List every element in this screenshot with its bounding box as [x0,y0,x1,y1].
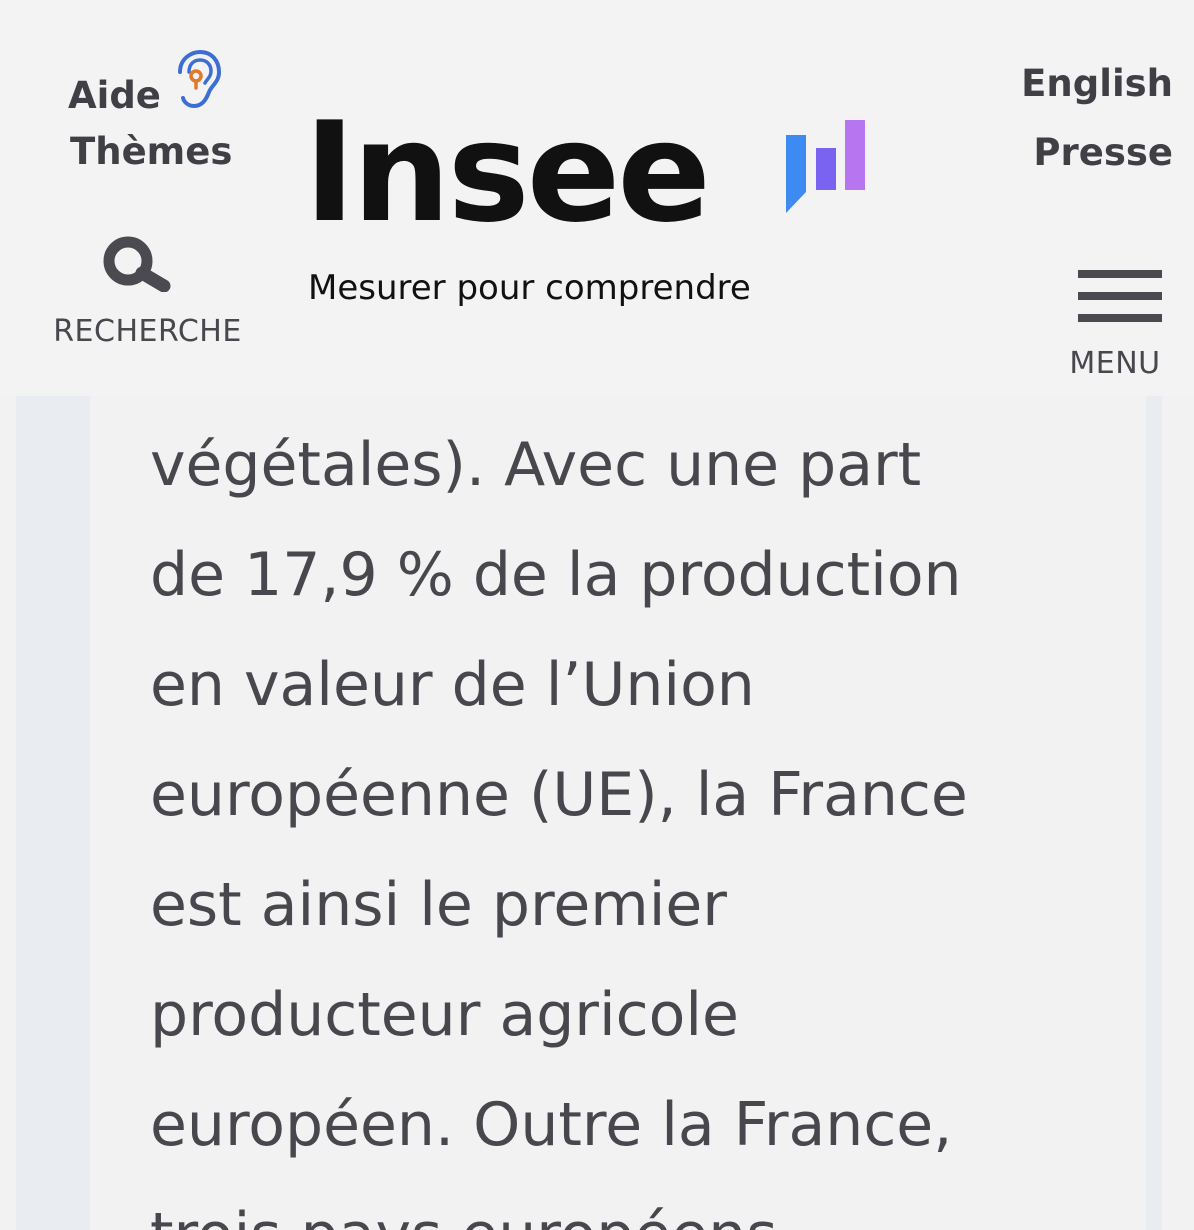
article-line: en valeur de l’Union [150,650,755,720]
themes-link[interactable]: Thèmes [70,130,232,173]
article-line: européenne (UE), la France [150,760,968,830]
article-line: trois pays européens [150,1180,1110,1230]
menu-label: MENU [1069,346,1161,381]
logo-bars-icon [786,120,865,213]
article-line: européen. Outre la France, [150,1090,953,1160]
article-line: de 17,9 % de la production [150,540,962,610]
presse-link[interactable]: Presse [1033,131,1173,174]
site-header: Aide Thèmes RECHERCHE Insee Mesurer pour… [0,0,1194,396]
insee-logo[interactable]: Insee Mesurer pour comprendre [300,104,880,310]
article-panel: végétales). Avec une part de 17,9 % de l… [16,396,1162,1230]
article-line: végétales). Avec une part [150,430,922,500]
article-line: est ainsi le premier [150,870,727,940]
menu-icon-bar [1078,270,1162,278]
menu-button[interactable]: MENU [1060,266,1170,386]
page: Aide Thèmes RECHERCHE Insee Mesurer pour… [0,0,1194,1230]
article-line: producteur agricole [150,980,739,1050]
hamburger-menu-icon [1078,270,1162,324]
menu-icon-bar [1078,314,1162,322]
logo-tagline: Mesurer pour comprendre [308,268,751,308]
search-label: RECHERCHE [53,314,242,349]
aide-link[interactable]: Aide [68,74,161,117]
english-link[interactable]: English [1021,62,1173,105]
search-icon [103,236,171,292]
menu-icon-bar [1078,292,1162,300]
logo-wordmark: Insee [304,92,711,253]
article-body: végétales). Avec une part de 17,9 % de l… [90,396,1146,1230]
ear-icon[interactable] [172,50,222,110]
search-button[interactable]: RECHERCHE [40,224,255,356]
article-paragraph: végétales). Avec une part de 17,9 % de l… [150,410,1110,1230]
